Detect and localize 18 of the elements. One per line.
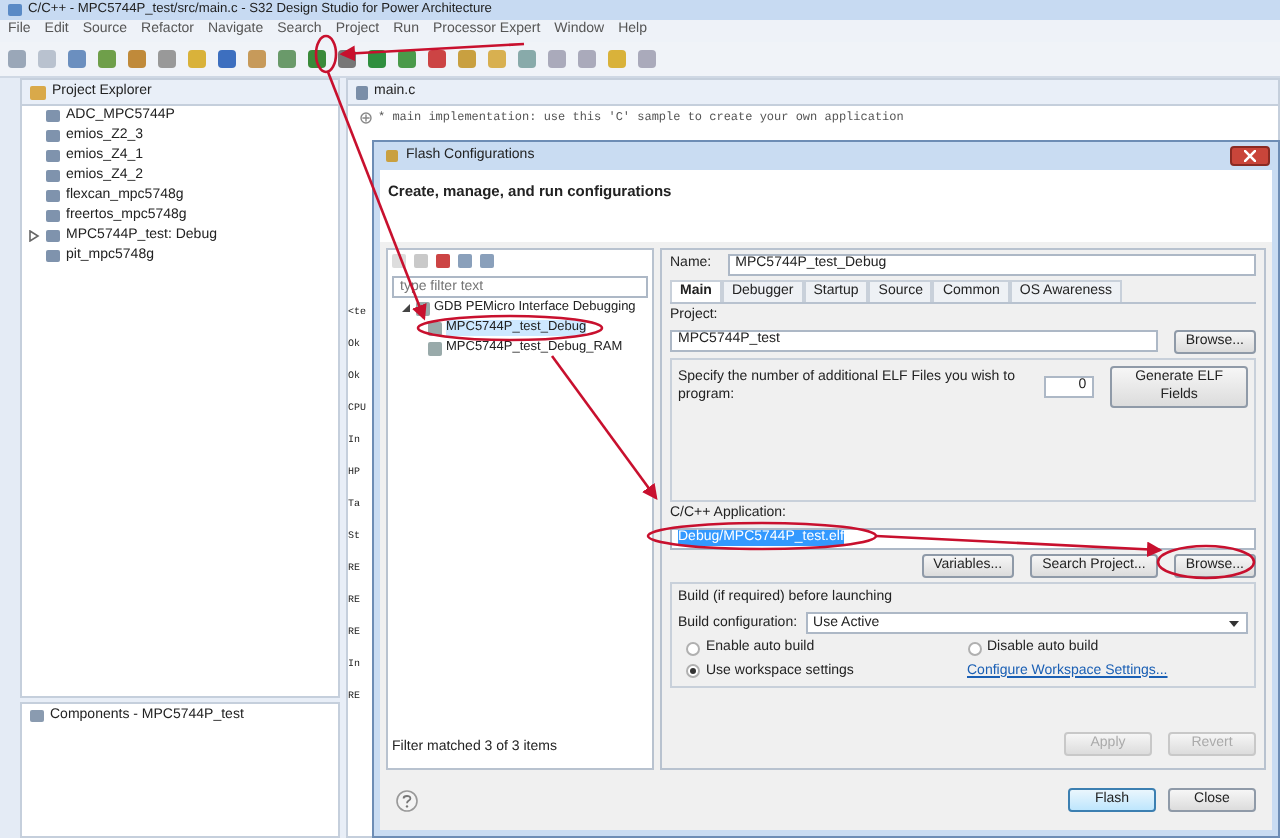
radio-button[interactable] [686, 642, 700, 657]
folder-icon [30, 85, 46, 100]
file-icon [356, 85, 368, 100]
annotation-ellipse [1156, 544, 1256, 580]
expand-arrow-icon[interactable] [28, 230, 40, 243]
app-icon [8, 4, 22, 16]
radio-button[interactable] [686, 664, 700, 679]
radio-button[interactable] [967, 642, 981, 657]
collapse-arrow-icon[interactable] [400, 302, 412, 314]
close-icon [1244, 150, 1256, 162]
dialog-icon [386, 150, 398, 162]
annotation-ellipse [314, 34, 338, 74]
fold-icon[interactable] [360, 111, 372, 124]
component-icon [30, 710, 44, 723]
help-icon[interactable] [396, 789, 418, 811]
caret-icon [1228, 619, 1240, 628]
project-icon [46, 230, 60, 243]
close-button[interactable] [1230, 146, 1270, 166]
